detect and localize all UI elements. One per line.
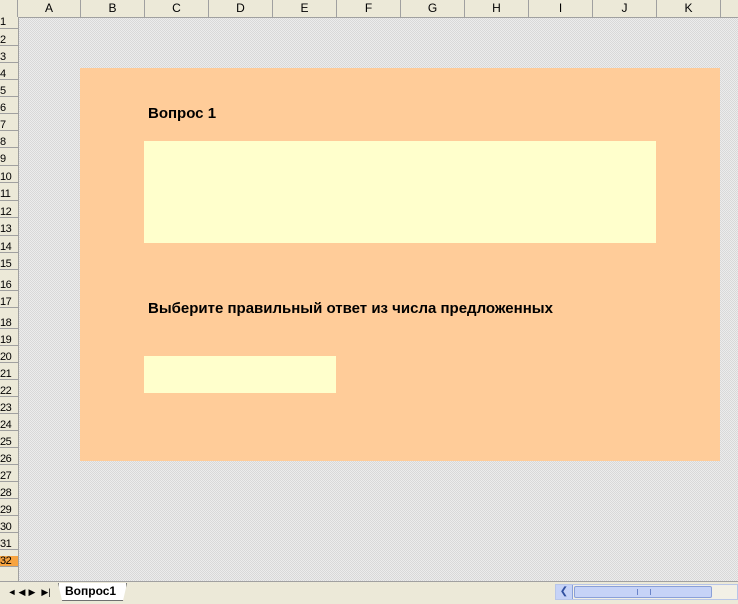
row-header-29[interactable]: 29 bbox=[0, 505, 18, 516]
last-sheet-button[interactable]: ▶| bbox=[40, 586, 52, 598]
column-header-d[interactable]: D bbox=[209, 0, 273, 17]
row-header-14[interactable]: 14 bbox=[0, 242, 18, 253]
column-header-e[interactable]: E bbox=[273, 0, 337, 17]
row-header-12[interactable]: 12 bbox=[0, 207, 18, 218]
row-header-7[interactable]: 7 bbox=[0, 120, 18, 131]
row-header-3[interactable]: 3 bbox=[0, 52, 18, 63]
row-header-19[interactable]: 19 bbox=[0, 335, 18, 346]
row-header-16[interactable]: 16 bbox=[0, 280, 18, 291]
column-header-k[interactable]: K bbox=[657, 0, 721, 17]
answer-select-box[interactable] bbox=[144, 356, 336, 393]
row-header-bar: 1 2 3 4 5 6 7 8 9 10 11 12 13 14 15 16 17 18 19 20 21 22 23 24 2… bbox=[0, 17, 19, 581]
row-header-2[interactable]: 2 bbox=[0, 35, 18, 46]
row-header-1[interactable]: 1 bbox=[0, 17, 18, 29]
scrollbar-grip-icon bbox=[637, 589, 651, 595]
column-header-g[interactable]: G bbox=[401, 0, 465, 17]
column-header-h[interactable]: H bbox=[465, 0, 529, 17]
row-header-31[interactable]: 31 bbox=[0, 539, 18, 550]
row-header-8[interactable]: 8 bbox=[0, 137, 18, 148]
row-header-9[interactable]: 9 bbox=[0, 154, 18, 166]
row-header-21[interactable]: 21 bbox=[0, 369, 18, 380]
horizontal-scrollbar[interactable]: ❮ bbox=[555, 584, 738, 600]
column-header-bar: A B C D E F G H I J K bbox=[0, 0, 738, 18]
question-panel bbox=[80, 68, 720, 461]
row-header-11[interactable]: 11 bbox=[0, 189, 18, 201]
column-header-a[interactable]: A bbox=[18, 0, 81, 17]
row-header-15[interactable]: 15 bbox=[0, 259, 18, 270]
question-text-box[interactable] bbox=[144, 141, 656, 243]
row-header-23[interactable]: 23 bbox=[0, 403, 18, 414]
row-header-5[interactable]: 5 bbox=[0, 86, 18, 97]
row-header-27[interactable]: 27 bbox=[0, 471, 18, 482]
row-header-26[interactable]: 26 bbox=[0, 454, 18, 465]
scroll-left-arrow-icon[interactable]: ❮ bbox=[556, 585, 573, 599]
next-sheet-button[interactable]: ▶ bbox=[26, 586, 38, 598]
scrollbar-thumb[interactable] bbox=[574, 586, 712, 598]
sheet-tab-vopros1[interactable]: Вопрос1 bbox=[58, 583, 128, 601]
column-header-b[interactable]: B bbox=[81, 0, 145, 17]
row-header-10[interactable]: 10 bbox=[0, 172, 18, 183]
select-all-corner[interactable] bbox=[0, 0, 18, 17]
row-header-20[interactable]: 20 bbox=[0, 352, 18, 363]
row-header-30[interactable]: 30 bbox=[0, 522, 18, 533]
row-header-13[interactable]: 13 bbox=[0, 224, 18, 236]
row-header-18[interactable]: 18 bbox=[0, 318, 18, 329]
row-header-6[interactable]: 6 bbox=[0, 103, 18, 114]
column-header-f[interactable]: F bbox=[337, 0, 401, 17]
row-header-32[interactable]: 32 bbox=[0, 556, 18, 567]
column-header-c[interactable]: C bbox=[145, 0, 209, 17]
sheet-tab-bar: ◄ ◀ ▶ ▶| Вопрос1 ❮ bbox=[0, 581, 738, 604]
question-title: Вопрос 1 bbox=[148, 105, 217, 122]
column-header-j[interactable]: J bbox=[593, 0, 657, 17]
row-header-25[interactable]: 25 bbox=[0, 437, 18, 448]
answer-instruction: Выберите правильный ответ из числа предл… bbox=[148, 300, 553, 317]
row-header-4[interactable]: 4 bbox=[0, 69, 18, 80]
row-header-22[interactable]: 22 bbox=[0, 386, 18, 397]
row-header-17[interactable]: 17 bbox=[0, 297, 18, 308]
row-header-28[interactable]: 28 bbox=[0, 488, 18, 499]
column-header-i[interactable]: I bbox=[529, 0, 593, 17]
row-header-24[interactable]: 24 bbox=[0, 420, 18, 431]
